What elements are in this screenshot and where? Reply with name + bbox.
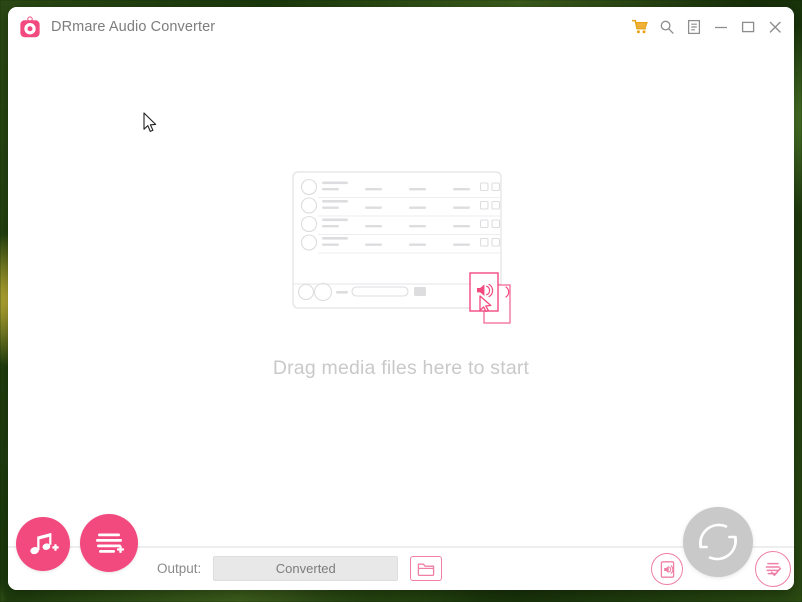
search-icon[interactable] — [653, 14, 680, 40]
music-note-plus-icon — [30, 533, 59, 555]
list-plus-icon — [96, 533, 124, 553]
output-row: Output: Converted — [157, 546, 443, 590]
convert-refresh-icon — [699, 523, 737, 561]
file-audio-icon — [660, 560, 674, 578]
app-window: DRmare Audio Converter Drag media files … — [8, 7, 794, 590]
close-icon[interactable] — [761, 14, 788, 40]
minimize-icon[interactable] — [707, 14, 734, 40]
add-list-button[interactable] — [80, 514, 138, 572]
drmare-disc-logo-icon — [20, 16, 40, 38]
file-audio-button[interactable] — [651, 553, 683, 585]
title-bar: DRmare Audio Converter — [8, 7, 794, 47]
drop-hint-text: Drag media files here to start — [272, 357, 530, 379]
output-label: Output: — [157, 560, 202, 576]
drop-area[interactable]: Drag media files here to start — [8, 47, 794, 546]
app-title: DRmare Audio Converter — [51, 19, 216, 35]
menu-icon[interactable] — [680, 14, 707, 40]
converted-list-button[interactable] — [755, 551, 791, 587]
output-path-field[interactable]: Converted — [213, 555, 399, 581]
folder-icon[interactable] — [410, 555, 443, 581]
cart-icon[interactable] — [626, 14, 653, 40]
titlebar-actions — [626, 14, 794, 40]
convert-button[interactable] — [683, 507, 753, 577]
drag-media-illustration — [292, 171, 511, 324]
maximize-icon[interactable] — [734, 14, 761, 40]
list-check-icon — [765, 562, 782, 576]
add-music-button[interactable] — [16, 517, 70, 571]
